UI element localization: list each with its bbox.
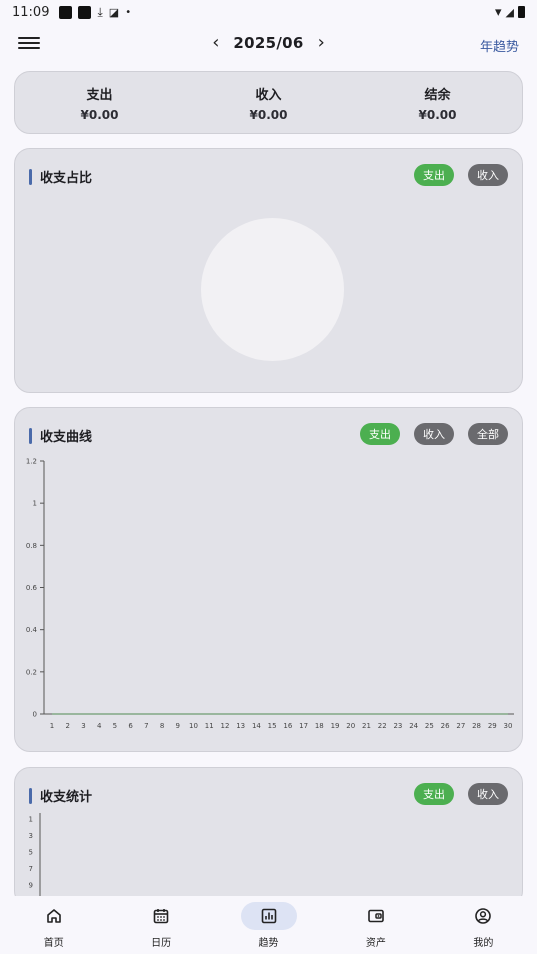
x-tick-label: 22 <box>378 722 387 730</box>
notification-icon <box>78 5 92 19</box>
wallet-icon <box>348 902 404 930</box>
nav-label: 趋势 <box>258 938 279 949</box>
x-tick-label: 16 <box>283 722 292 730</box>
y-tick-label: 3 <box>29 832 33 840</box>
nav-assets[interactable]: 资产 <box>322 896 429 954</box>
x-tick-label: 1 <box>50 722 54 730</box>
summary-expense: 支出 ¥0.00 <box>15 72 184 133</box>
x-tick-label: 29 <box>488 722 497 730</box>
nav-label: 日历 <box>151 938 172 949</box>
y-tick-label: 1 <box>29 816 33 824</box>
x-tick-label: 9 <box>176 722 180 730</box>
x-tick-label: 10 <box>189 722 198 730</box>
y-tick-label: 0.6 <box>26 584 38 592</box>
card-header: 收支占比 <box>29 167 92 186</box>
trend-icon <box>240 902 297 930</box>
nav-calendar[interactable]: 日历 <box>107 896 214 954</box>
card-title: 收支占比 <box>40 171 93 186</box>
wifi-icon: ▾ <box>495 4 502 20</box>
x-tick-label: 20 <box>346 722 355 730</box>
month-navigator: ‹ 2025/06 › <box>0 32 537 53</box>
nav-label: 我的 <box>473 938 494 949</box>
chip-expense[interactable]: 支出 <box>414 164 454 186</box>
x-tick-label: 2 <box>65 722 69 730</box>
summary-income: 收入 ¥0.00 <box>184 72 353 133</box>
x-tick-label: 6 <box>128 722 133 730</box>
x-tick-label: 12 <box>221 722 230 730</box>
next-month-button[interactable]: › <box>314 32 329 53</box>
nav-trend[interactable]: 趋势 <box>215 896 322 954</box>
year-trend-link[interactable]: 年趋势 <box>480 36 519 55</box>
x-tick-label: 30 <box>504 722 513 730</box>
app-bar: ‹ 2025/06 › 年趋势 <box>0 24 537 64</box>
x-tick-label: 7 <box>144 722 148 730</box>
line-chart: 00.20.40.60.811.21 2 3 4 5 6 7 8 9 10 11 12 13 14 15 16… <box>26 458 514 730</box>
x-tick-label: 3 <box>81 722 85 730</box>
x-tick-label: 28 <box>472 722 481 730</box>
summary-title: 收入 <box>255 87 282 103</box>
signal-icon: ◢ <box>505 5 514 19</box>
x-tick-label: 23 <box>393 722 402 730</box>
notification-icon <box>59 5 73 19</box>
nav-label: 首页 <box>43 938 64 949</box>
chip-income[interactable]: 收入 <box>468 164 508 186</box>
summary-balance: 结余 ¥0.00 <box>353 72 522 133</box>
home-icon <box>26 902 82 930</box>
y-tick-label: 5 <box>29 849 33 857</box>
summary-value: ¥0.00 <box>418 107 457 122</box>
x-tick-label: 18 <box>315 722 324 730</box>
x-tick-label: 19 <box>331 722 340 730</box>
nav-profile[interactable]: 我的 <box>430 896 537 954</box>
status-time: 11:09 <box>12 4 50 20</box>
x-tick-label: 15 <box>268 722 277 730</box>
profile-icon <box>455 902 511 930</box>
summary-value: ¥0.00 <box>249 107 288 122</box>
x-tick-label: 11 <box>205 722 214 730</box>
y-tick-label: 0.8 <box>26 542 37 550</box>
x-tick-label: 17 <box>299 722 308 730</box>
y-tick-label: 0.2 <box>26 668 37 676</box>
chip-group: 支出 收入 <box>414 164 508 186</box>
x-tick-label: 13 <box>236 722 245 730</box>
download-icon: ⤓ <box>97 4 103 19</box>
battery-icon <box>518 6 525 18</box>
x-tick-label: 14 <box>252 722 261 730</box>
nav-home[interactable]: 首页 <box>0 896 107 954</box>
bar-chart: 1 3 5 7 9 <box>29 813 41 906</box>
x-tick-label: 25 <box>425 722 434 730</box>
summary-value: ¥0.00 <box>80 107 119 122</box>
bottom-nav: 首页 日历 趋势 资产 我的 <box>0 896 537 954</box>
curve-card: 收支曲线 支出 收入 全部 0 0.2 0.4 0.6 0.8 1 1.2 1 2 3 4 5 6 7 8 9… <box>14 407 523 752</box>
app-icon: ◪ <box>108 5 120 19</box>
summary-title: 结余 <box>424 87 451 103</box>
y-tick-label: 0 <box>33 711 37 719</box>
status-bar: 11:09 ⤓ ◪ • ▾ ◢ <box>0 0 537 24</box>
pie-chart <box>201 218 344 361</box>
summary-card: 支出 ¥0.00 收入 ¥0.00 结余 ¥0.00 <box>14 71 523 134</box>
y-tick-label: 9 <box>29 882 33 890</box>
calendar-icon <box>133 902 189 930</box>
y-tick-label: 1.2 <box>26 458 37 466</box>
y-tick-label: 7 <box>29 865 33 873</box>
y-tick-label: 1 <box>33 500 37 508</box>
y-tick-label: 0.4 <box>26 626 38 634</box>
month-label: 2025/06 <box>233 33 304 52</box>
x-tick-label: 24 <box>409 722 418 730</box>
x-tick-label: 5 <box>113 722 117 730</box>
title-marker <box>29 168 32 185</box>
prev-month-button[interactable]: ‹ <box>208 32 223 53</box>
x-tick-label: 26 <box>441 722 450 730</box>
stats-card: 收支统计 支出 收入 13579 <box>14 767 523 907</box>
x-tick-label: 4 <box>97 722 102 730</box>
x-tick-label: 8 <box>160 722 164 730</box>
ratio-card: 收支占比 支出 收入 <box>14 148 523 393</box>
summary-title: 支出 <box>86 87 113 103</box>
nav-label: 资产 <box>365 938 386 949</box>
dot-icon: • <box>125 6 132 18</box>
x-tick-label: 21 <box>362 722 371 730</box>
x-tick-label: 27 <box>456 722 465 730</box>
